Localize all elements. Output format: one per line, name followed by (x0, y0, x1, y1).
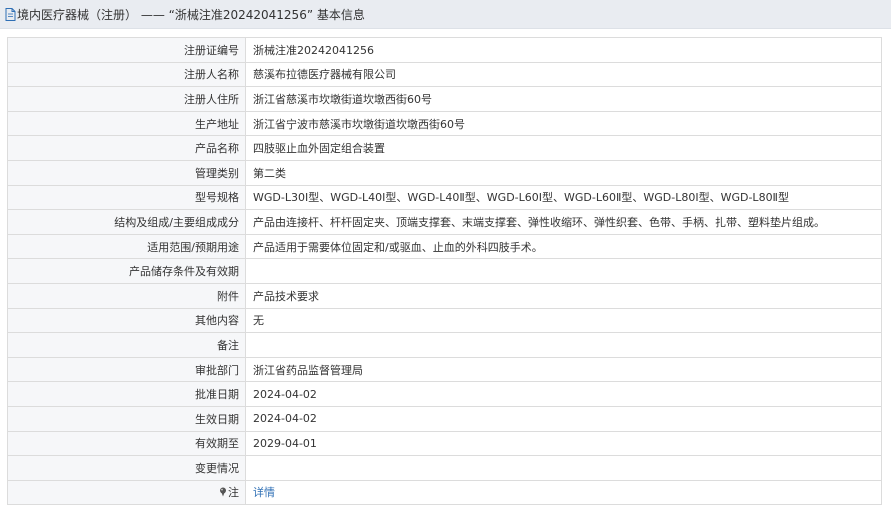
table-row: 产品名称 四肢驱止血外固定组合装置 (7, 135, 882, 161)
row-value: 浙江省宁波市慈溪市坎墩街道坎墩西街60号 (245, 110, 882, 137)
row-label: 注册人名称 (7, 61, 246, 88)
table-row: 产品储存条件及有效期 (7, 258, 882, 284)
row-value: 无 (245, 307, 882, 334)
row-value: 四肢驱止血外固定组合装置 (245, 135, 882, 161)
row-value: 产品适用于需要体位固定和/或驱血、止血的外科四肢手术。 (245, 233, 882, 260)
row-label: 产品名称 (7, 135, 246, 161)
row-value (245, 258, 882, 284)
detail-table-body: 注册证编号 浙械注准20242041256 注册人名称 慈溪布拉德医疗器械有限公司 … (7, 37, 882, 506)
row-value (245, 332, 882, 358)
table-row: 型号规格 WGD-L30Ⅰ型、WGD-L40Ⅰ型、WGD-L40Ⅱ型、WGD-L6… (7, 184, 882, 211)
table-row: 管理类别 第二类 (7, 159, 882, 186)
row-value: 2024-04-02 (245, 405, 882, 432)
table-row: 注册证编号 浙械注准20242041256 (7, 37, 882, 63)
row-value: 浙江省慈溪市坎墩街道坎墩西街60号 (245, 86, 882, 112)
row-label: 结构及组成/主要组成成分 (7, 209, 246, 235)
row-value: 慈溪布拉德医疗器械有限公司 (245, 61, 882, 88)
row-value: 第二类 (245, 159, 882, 186)
note-label: 注 (228, 486, 239, 500)
row-label: 审批部门 (7, 356, 246, 383)
row-value (245, 455, 882, 481)
table-row: 变更情况 (7, 455, 882, 481)
row-label: 产品储存条件及有效期 (7, 258, 246, 284)
row-label: 生产地址 (7, 110, 246, 137)
row-value: 浙械注准20242041256 (245, 37, 882, 63)
row-value: 2024-04-02 (245, 381, 882, 407)
table-row: 批准日期 2024-04-02 (7, 381, 882, 407)
row-label: 注册证编号 (7, 37, 246, 63)
page-title: 境内医疗器械（注册） —— “浙械注准20242041256” 基本信息 (17, 7, 365, 22)
row-label: 管理类别 (7, 159, 246, 186)
page-title-bar: 境内医疗器械（注册） —— “浙械注准20242041256” 基本信息 (0, 0, 891, 29)
document-icon (5, 7, 16, 21)
row-label: 有效期至 (7, 430, 246, 457)
table-row: 生效日期 2024-04-02 (7, 405, 882, 432)
table-row: 备注 (7, 332, 882, 358)
row-label: 注册人住所 (7, 86, 246, 112)
details-link[interactable]: 详情 (253, 486, 275, 499)
row-label: 生效日期 (7, 405, 246, 432)
pin-icon (220, 487, 226, 497)
row-value: 产品技术要求 (245, 282, 882, 309)
row-value: WGD-L30Ⅰ型、WGD-L40Ⅰ型、WGD-L40Ⅱ型、WGD-L60Ⅰ型、… (245, 184, 882, 211)
row-value: 产品由连接杆、杆杆固定夹、顶端支撑套、末端支撑套、弹性收缩环、弹性织套、色带、手… (245, 209, 882, 235)
table-row: 其他内容无 (7, 307, 882, 334)
row-label: 附件 (7, 282, 246, 309)
table-row: 审批部门 浙江省药品监督管理局 (7, 356, 882, 383)
table-row: 结构及组成/主要组成成分 产品由连接杆、杆杆固定夹、顶端支撑套、末端支撑套、弹性收… (7, 209, 882, 235)
table-row: 注册人住所 浙江省慈溪市坎墩街道坎墩西街60号 (7, 86, 882, 112)
table-row: 附件 产品技术要求 (7, 282, 882, 309)
note-value-cell: 详情 (245, 479, 882, 506)
note-row: 注 详情 (7, 479, 882, 506)
row-label: 变更情况 (7, 455, 246, 481)
table-row: 生产地址 浙江省宁波市慈溪市坎墩街道坎墩西街60号 (7, 110, 882, 137)
detail-table: 注册证编号 浙械注准20242041256 注册人名称 慈溪布拉德医疗器械有限公司 … (7, 37, 882, 506)
table-row: 适用范围/预期用途 产品适用于需要体位固定和/或驱血、止血的外科四肢手术。 (7, 233, 882, 260)
row-label: 适用范围/预期用途 (7, 233, 246, 260)
row-value: 浙江省药品监督管理局 (245, 356, 882, 383)
table-row: 注册人名称 慈溪布拉德医疗器械有限公司 (7, 61, 882, 88)
row-label: 型号规格 (7, 184, 246, 211)
row-label: 备注 (7, 332, 246, 358)
table-row: 有效期至 2029-04-01 (7, 430, 882, 457)
row-label: 其他内容 (7, 307, 246, 334)
note-label-cell: 注 (7, 479, 246, 506)
row-value: 2029-04-01 (245, 430, 882, 457)
row-label: 批准日期 (7, 381, 246, 407)
